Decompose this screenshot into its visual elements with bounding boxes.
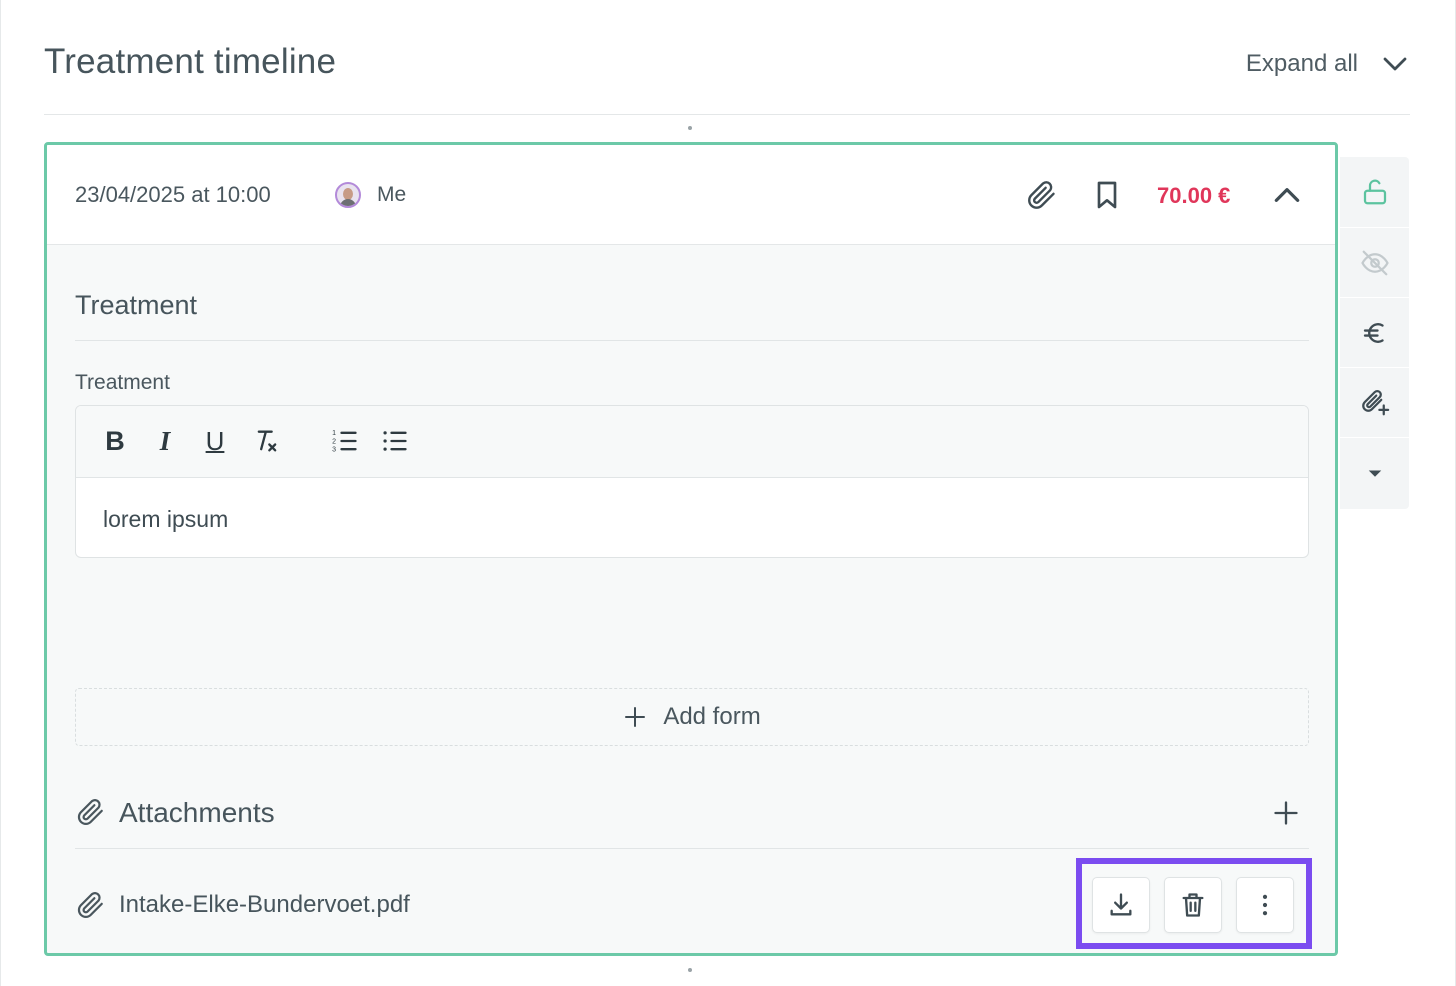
treatment-entry-card: 23/04/2025 at 10:00 Me 70.00 € Treatment… — [44, 142, 1338, 956]
page-header: Treatment timeline Expand all — [44, 0, 1410, 115]
rich-text-editor[interactable]: B I U 12 3 lorem ipsum — [75, 405, 1309, 558]
file-paperclip-icon — [77, 892, 103, 918]
add-form-button[interactable]: Add form — [75, 688, 1309, 746]
editor-toolbar: B I U 12 3 — [76, 406, 1308, 478]
clear-format-icon — [257, 430, 277, 452]
bullet-list-button[interactable] — [380, 426, 410, 456]
italic-icon: I — [159, 425, 171, 456]
avatar — [335, 182, 361, 208]
bold-icon: B — [105, 425, 125, 456]
expand-all-button[interactable]: Expand all — [1246, 44, 1410, 84]
euro-icon — [1363, 322, 1384, 343]
attachment-file-name[interactable]: Intake-Elke-Bundervoet.pdf — [119, 891, 410, 919]
svg-text:3: 3 — [332, 447, 336, 454]
page-title: Treatment timeline — [44, 42, 337, 81]
chevron-up-icon[interactable] — [1271, 179, 1303, 211]
clear-format-button[interactable] — [252, 426, 282, 456]
entry-header[interactable]: 23/04/2025 at 10:00 Me 70.00 € — [47, 145, 1335, 245]
entry-user: Me — [377, 183, 407, 206]
bullet-list-icon — [383, 431, 407, 451]
section-title: Treatment — [75, 290, 198, 320]
svg-text:2: 2 — [332, 438, 336, 445]
visibility-button[interactable] — [1340, 227, 1409, 297]
expand-all-label: Expand all — [1245, 50, 1358, 77]
attachments-title: Attachments — [119, 797, 275, 828]
section-divider — [75, 340, 1309, 341]
entry-price: 70.00 € — [1157, 183, 1231, 208]
side-actions-panel — [1340, 157, 1409, 509]
ordered-list-icon: 12 3 — [332, 430, 357, 454]
unlock-icon — [1363, 179, 1386, 205]
timeline-dot-bottom — [688, 968, 692, 972]
trash-icon — [1182, 893, 1204, 917]
plus-icon — [625, 707, 646, 727]
entry-date: 23/04/2025 at 10:00 — [75, 182, 271, 207]
field-label: Treatment — [75, 371, 170, 394]
caret-down-icon — [1368, 470, 1381, 477]
eye-off-icon — [1360, 250, 1389, 275]
chevron-down-icon — [1383, 57, 1407, 71]
underline-button[interactable]: U — [200, 426, 230, 456]
lock-toggle-button[interactable] — [1340, 157, 1409, 227]
attach-add-icon — [1361, 389, 1389, 415]
underline-icon: U — [205, 425, 225, 456]
add-attachment-button[interactable] — [1340, 367, 1409, 437]
attachments-divider — [75, 848, 1309, 849]
add-form-label: Add form — [663, 703, 761, 730]
bold-button[interactable]: B — [100, 426, 130, 456]
more-options-button[interactable] — [1236, 877, 1294, 933]
more-side-actions-button[interactable] — [1340, 437, 1409, 507]
svg-text:1: 1 — [332, 430, 336, 437]
ordered-list-button[interactable]: 12 3 — [330, 426, 360, 456]
download-icon — [1110, 893, 1132, 916]
paperclip-icon[interactable] — [1025, 179, 1057, 211]
add-attachment-plus-icon[interactable] — [1272, 799, 1300, 827]
bookmark-icon[interactable] — [1091, 179, 1123, 211]
paperclip-icon — [77, 799, 103, 825]
italic-button[interactable]: I — [150, 426, 180, 456]
billing-button[interactable] — [1340, 297, 1409, 367]
editor-content[interactable]: lorem ipsum — [103, 506, 228, 533]
delete-button[interactable] — [1164, 877, 1222, 933]
download-button[interactable] — [1092, 877, 1150, 933]
timeline-dot-top — [688, 126, 692, 130]
more-vertical-icon — [1262, 894, 1268, 916]
